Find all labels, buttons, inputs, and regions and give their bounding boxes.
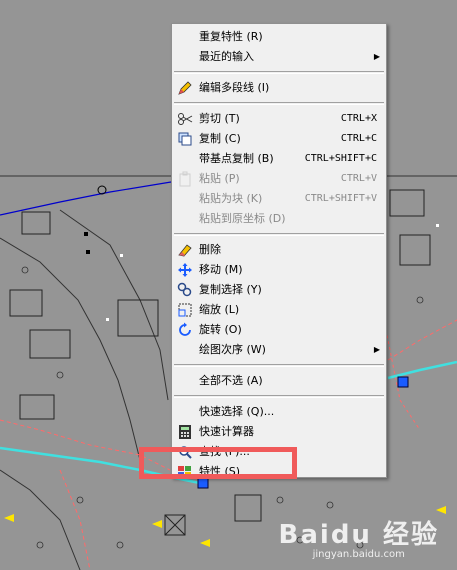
menu-separator [174,364,384,367]
menu-item[interactable]: 编辑多段线 (I) [172,78,386,98]
copy-icon [177,131,193,147]
menu-item-label: 移动 (M) [199,263,243,276]
menu-item-shortcut: CTRL+SHIFT+V [304,193,377,204]
menu-item-label: 编辑多段线 (I) [199,81,270,94]
watermark-logo: Baidu 经验 [278,520,439,550]
red-boundary-line [59,469,91,570]
building-outline [21,211,51,235]
menu-item-label: 粘贴 (P) [199,172,240,185]
scale-icon [177,302,193,318]
menu-item-label: 带基点复制 (B) [199,152,274,165]
menu-item-label: 缩放 (L) [199,303,240,316]
point-marker [120,254,123,257]
menu-item-label: 全部不选 (A) [199,374,263,387]
menu-item-shortcut: CTRL+V [340,173,377,184]
menu-item[interactable]: 粘贴 (P) CTRL+V [172,169,386,189]
building-outline [9,289,43,317]
menu-item-shortcut: CTRL+X [340,113,377,124]
yellow-arrow-marker [200,539,210,547]
menu-separator [174,71,384,74]
submenu-arrow-icon: ▶ [373,345,380,354]
menu-separator [174,395,384,398]
menu-item[interactable]: 最近的输入 ▶ [172,47,386,67]
submenu-arrow-icon: ▶ [373,52,380,61]
menu-item[interactable]: 删除 [172,240,386,260]
menu-item[interactable]: 重复特性 (R) [172,27,386,47]
building-outline [29,329,71,359]
menu-item-label: 绘图次序 (W) [199,343,266,356]
menu-item-label: 旋转 (O) [199,323,242,336]
menu-item[interactable]: 复制选择 (Y) [172,280,386,300]
menu-item-label: 最近的输入 [199,50,254,63]
point-marker [436,224,439,227]
menu-item[interactable]: 旋转 (O) [172,320,386,340]
menu-item-label: 剪切 (T) [199,112,240,125]
menu-item[interactable]: 全部不选 (A) [172,371,386,391]
baidu-jingyan-watermark: Baidu 经验 jingyan.baidu.com [279,514,439,560]
menu-item-label: 粘贴到原坐标 (D) [199,212,286,225]
highlight-annotation-box [139,447,297,479]
building-outline [389,189,425,217]
calculator-icon [177,424,193,440]
menu-item-label: 删除 [199,243,221,256]
menu-item[interactable]: 快速计算器 [172,422,386,442]
selected-polyline[interactable] [387,360,457,380]
yellow-arrow-marker [436,506,446,514]
menu-item[interactable]: 快速选择 (Q)... [172,402,386,422]
scissors-icon [177,111,193,127]
menu-separator [174,102,384,105]
copy-selection-icon [177,282,193,298]
menu-item[interactable]: 粘贴为块 (K) CTRL+SHIFT+V [172,189,386,209]
rotate-icon [177,322,193,338]
menu-item-label: 复制 (C) [199,132,241,145]
menu-item[interactable]: 复制 (C) CTRL+C [172,129,386,149]
menu-item-shortcut: CTRL+SHIFT+C [304,153,377,164]
grip-handle[interactable] [397,376,409,388]
paste-icon [177,171,193,187]
menu-item-label: 快速选择 (Q)... [199,405,275,418]
point-marker [84,232,88,236]
blue-line [0,181,172,216]
menu-item-label: 快速计算器 [199,425,254,438]
building-outline [234,494,262,522]
menu-item-label: 粘贴为块 (K) [199,192,263,205]
menu-item-label: 复制选择 (Y) [199,283,262,296]
menu-item-label: 重复特性 (R) [199,30,263,43]
survey-point-marker [97,185,107,195]
menu-item-shortcut: CTRL+C [340,133,377,144]
point-marker [106,318,109,321]
context-menu: 重复特性 (R) 最近的输入 ▶ 编辑多段线 (I) 剪切 (T) CTRL+X 复制 (C… [171,23,387,478]
building-outline [399,234,431,266]
point-marker [86,250,90,254]
menu-item[interactable]: 带基点复制 (B) CTRL+SHIFT+C [172,149,386,169]
eraser-icon [177,242,193,258]
red-boundary-line [387,319,457,361]
move-icon [177,262,193,278]
menu-item[interactable]: 绘图次序 (W) ▶ [172,340,386,360]
pencil-icon [177,80,193,96]
menu-item[interactable]: 剪切 (T) CTRL+X [172,109,386,129]
menu-item[interactable]: 粘贴到原坐标 (D) [172,209,386,229]
building-outline [19,394,55,420]
menu-item[interactable]: 移动 (M) [172,260,386,280]
menu-separator [174,233,384,236]
yellow-arrow-marker [4,514,14,522]
menu-item[interactable]: 缩放 (L) [172,300,386,320]
yellow-arrow-marker [152,520,162,528]
